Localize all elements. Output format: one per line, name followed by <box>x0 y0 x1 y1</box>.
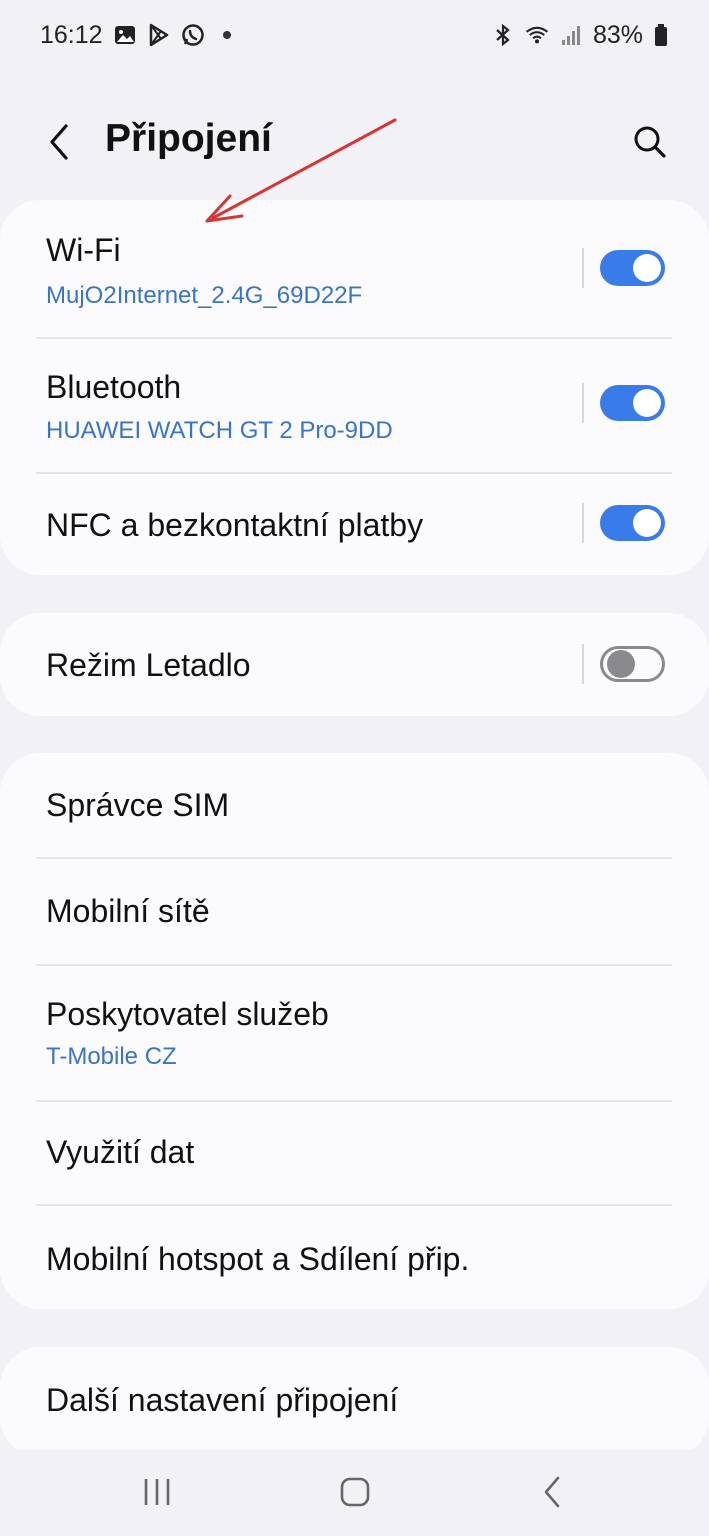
signal-icon <box>559 23 583 47</box>
connections-card-1: Wi-Fi MujO2Internet_2.4G_69D22F Bluetoot… <box>0 200 709 575</box>
back-nav-button[interactable] <box>528 1470 578 1514</box>
divider-vertical <box>582 644 584 684</box>
home-button[interactable] <box>330 1470 380 1514</box>
back-nav-icon <box>544 1476 560 1508</box>
row-subtitle: MujO2Internet_2.4G_69D22F <box>46 282 363 309</box>
row-title: NFC a bezkontaktní platby <box>46 507 424 543</box>
notification-dot <box>222 31 231 39</box>
divider-vertical <box>582 248 584 288</box>
list-item-mobile-networks[interactable]: Mobilní sítě <box>0 859 709 964</box>
row-title: Poskytovatel služeb <box>46 996 329 1032</box>
row-title: Wi-Fi <box>46 232 121 268</box>
divider-vertical <box>582 503 584 543</box>
list-item-bluetooth[interactable]: Bluetooth HUAWEI WATCH GT 2 Pro-9DD <box>0 339 709 473</box>
navigation-bar <box>0 1450 709 1536</box>
bluetooth-icon <box>491 23 515 47</box>
home-icon <box>340 1477 370 1507</box>
row-title: Režim Letadlo <box>46 647 251 683</box>
toggle-knob <box>607 650 635 678</box>
status-right: 83% <box>491 21 669 50</box>
airplane-mode-toggle[interactable] <box>600 646 665 682</box>
list-item-more-settings[interactable]: Další nastavení připojení <box>0 1347 709 1447</box>
play-store-icon <box>147 23 171 47</box>
recent-apps-icon <box>144 1479 170 1505</box>
app-header: Připojení <box>0 95 709 190</box>
row-title: Mobilní sítě <box>46 893 210 929</box>
gallery-icon <box>113 23 137 47</box>
row-title: Bluetooth <box>46 369 182 405</box>
battery-percent: 83% <box>592 20 643 49</box>
wifi-icon <box>525 23 549 47</box>
nfc-toggle[interactable] <box>600 505 665 541</box>
connections-card-3: Správce SIM Mobilní sítě Poskytovatel sl… <box>0 753 709 1309</box>
wifi-toggle[interactable] <box>600 250 665 286</box>
back-button[interactable] <box>36 117 82 167</box>
page-title: Připojení <box>105 117 272 160</box>
status-bar: 16:12 83% <box>0 0 709 70</box>
status-time: 16:12 <box>40 20 103 49</box>
row-subtitle: HUAWEI WATCH GT 2 Pro-9DD <box>46 417 393 444</box>
search-icon <box>634 126 666 158</box>
connections-card-4: Další nastavení připojení <box>0 1347 709 1457</box>
list-item-hotspot[interactable]: Mobilní hotspot a Sdílení přip. <box>0 1206 709 1309</box>
list-item-nfc[interactable]: NFC a bezkontaktní platby <box>0 474 709 575</box>
toggle-knob <box>633 509 661 537</box>
recent-apps-button[interactable] <box>132 1470 182 1514</box>
whatsapp-icon <box>181 23 205 47</box>
list-item-sim-manager[interactable]: Správce SIM <box>0 753 709 857</box>
back-icon <box>50 124 68 160</box>
battery-icon <box>653 23 669 47</box>
toggle-knob <box>633 389 661 417</box>
connections-card-2: Režim Letadlo <box>0 613 709 716</box>
list-item-airplane-mode[interactable]: Režim Letadlo <box>0 613 709 716</box>
row-title: Další nastavení připojení <box>46 1382 399 1418</box>
search-button[interactable] <box>625 117 675 167</box>
list-item-data-usage[interactable]: Využití dat <box>0 1102 709 1204</box>
status-left: 16:12 <box>40 21 231 50</box>
row-title: Využití dat <box>46 1134 195 1170</box>
toggle-knob <box>633 254 661 282</box>
row-title: Správce SIM <box>46 787 230 823</box>
row-subtitle: T-Mobile CZ <box>46 1043 177 1070</box>
list-item-service-provider[interactable]: Poskytovatel služeb T-Mobile CZ <box>0 966 709 1100</box>
divider-vertical <box>582 383 584 423</box>
row-title: Mobilní hotspot a Sdílení přip. <box>46 1241 470 1277</box>
bluetooth-toggle[interactable] <box>600 385 665 421</box>
list-item-wifi[interactable]: Wi-Fi MujO2Internet_2.4G_69D22F <box>0 200 709 337</box>
